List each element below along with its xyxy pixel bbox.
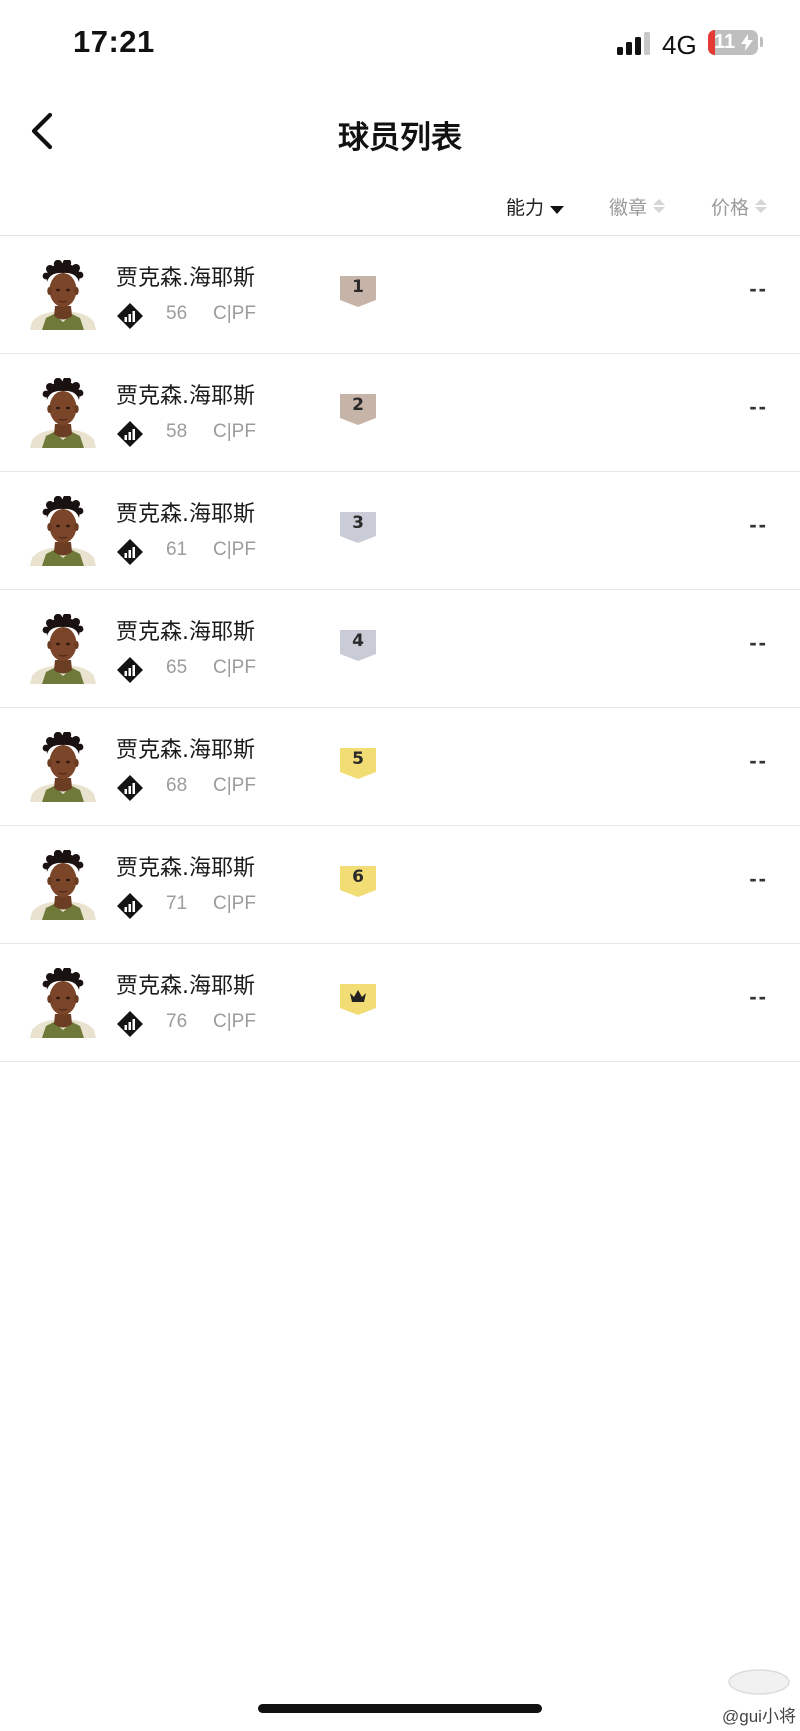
player-name: 贾克森.海耶斯 xyxy=(116,502,255,527)
player-name: 贾克森.海耶斯 xyxy=(116,738,255,763)
player-ovr: 71 xyxy=(166,893,188,914)
player-position: C|PF xyxy=(213,893,256,914)
rating-icon xyxy=(117,893,143,919)
tier-number: 6 xyxy=(352,867,364,887)
player-ovr: 68 xyxy=(166,775,188,796)
player-avatar xyxy=(30,378,96,448)
player-position: C|PF xyxy=(213,1011,256,1032)
rating-icon xyxy=(117,421,143,447)
tier-number: 1 xyxy=(352,277,364,297)
player-position: C|PF xyxy=(213,775,256,796)
battery-cap xyxy=(760,37,763,47)
player-avatar xyxy=(30,850,96,920)
rating-icon xyxy=(117,539,143,565)
player-row[interactable]: 贾克森.海耶斯 71 C|PF 6 -- xyxy=(0,826,800,944)
sort-desc-icon xyxy=(550,198,565,214)
tier-badge: 4 xyxy=(339,628,377,662)
tier-number: 4 xyxy=(352,631,364,651)
sort-badge-button[interactable]: 徽章 xyxy=(609,190,666,222)
player-avatar xyxy=(30,260,96,330)
player-list: 贾克森.海耶斯 56 C|PF 1 -- 贾克森.海耶斯 58 C|PF 2 -… xyxy=(0,236,800,1062)
player-price: -- xyxy=(749,748,768,773)
tier-badge: 5 xyxy=(339,746,377,780)
player-avatar xyxy=(30,968,96,1038)
battery-level: 11 xyxy=(714,31,736,53)
watermark: @gui小将 xyxy=(722,1707,796,1726)
player-price: -- xyxy=(749,984,768,1009)
watermark-logo xyxy=(728,1669,790,1695)
player-row[interactable]: 贾克森.海耶斯 56 C|PF 1 -- xyxy=(0,236,800,354)
page-title: 球员列表 xyxy=(338,120,462,156)
tier-number: 2 xyxy=(352,395,364,415)
tier-number: 5 xyxy=(352,749,364,769)
sort-icon xyxy=(755,199,768,213)
player-row[interactable]: 贾克森.海耶斯 65 C|PF 4 -- xyxy=(0,590,800,708)
player-name: 贾克森.海耶斯 xyxy=(116,384,255,409)
player-avatar xyxy=(30,496,96,566)
sort-bar: 能力 徽章 价格 xyxy=(0,180,800,236)
crown-icon xyxy=(350,990,366,1002)
sort-price-label: 价格 xyxy=(711,196,750,219)
player-price: -- xyxy=(749,866,768,891)
player-ovr: 56 xyxy=(166,303,188,324)
player-ovr: 76 xyxy=(166,1011,188,1032)
player-row[interactable]: 贾克森.海耶斯 58 C|PF 2 -- xyxy=(0,354,800,472)
player-ovr: 61 xyxy=(166,539,188,560)
player-ovr: 58 xyxy=(166,421,188,442)
tier-badge xyxy=(339,982,377,1016)
player-price: -- xyxy=(749,394,768,419)
nav-header: 球员列表 xyxy=(0,90,800,180)
signal-icon xyxy=(617,31,651,55)
player-row[interactable]: 贾克森.海耶斯 68 C|PF 5 -- xyxy=(0,708,800,826)
player-row[interactable]: 贾克森.海耶斯 76 C|PF -- xyxy=(0,944,800,1062)
player-position: C|PF xyxy=(213,539,256,560)
home-indicator xyxy=(258,1704,542,1713)
tier-badge: 6 xyxy=(339,864,377,898)
player-price: -- xyxy=(749,630,768,655)
tier-badge: 1 xyxy=(339,274,377,308)
sort-price-button[interactable]: 价格 xyxy=(711,190,768,222)
battery-icon: 11 xyxy=(708,30,758,55)
status-time: 17:21 xyxy=(73,24,155,59)
player-avatar xyxy=(30,732,96,802)
rating-icon xyxy=(117,775,143,801)
player-ovr: 65 xyxy=(166,657,188,678)
player-position: C|PF xyxy=(213,421,256,442)
player-position: C|PF xyxy=(213,657,256,678)
player-row[interactable]: 贾克森.海耶斯 61 C|PF 3 -- xyxy=(0,472,800,590)
rating-icon xyxy=(117,657,143,683)
sort-ability-button[interactable]: 能力 xyxy=(506,190,565,222)
player-name: 贾克森.海耶斯 xyxy=(116,974,255,999)
tier-number xyxy=(339,985,377,1008)
player-avatar xyxy=(30,614,96,684)
player-name: 贾克森.海耶斯 xyxy=(116,620,255,645)
tier-badge: 3 xyxy=(339,510,377,544)
player-price: -- xyxy=(749,512,768,537)
player-name: 贾克森.海耶斯 xyxy=(116,856,255,881)
player-name: 贾克森.海耶斯 xyxy=(116,266,255,291)
sort-icon xyxy=(653,199,666,213)
network-type: 4G xyxy=(662,30,697,60)
status-bar: 17:21 4G 11 xyxy=(0,0,800,90)
tier-number: 3 xyxy=(352,513,364,533)
player-price: -- xyxy=(749,276,768,301)
sort-badge-label: 徽章 xyxy=(609,196,648,219)
rating-icon xyxy=(117,303,143,329)
player-position: C|PF xyxy=(213,303,256,324)
sort-ability-label: 能力 xyxy=(506,196,545,219)
tier-badge: 2 xyxy=(339,392,377,426)
rating-icon xyxy=(117,1011,143,1037)
